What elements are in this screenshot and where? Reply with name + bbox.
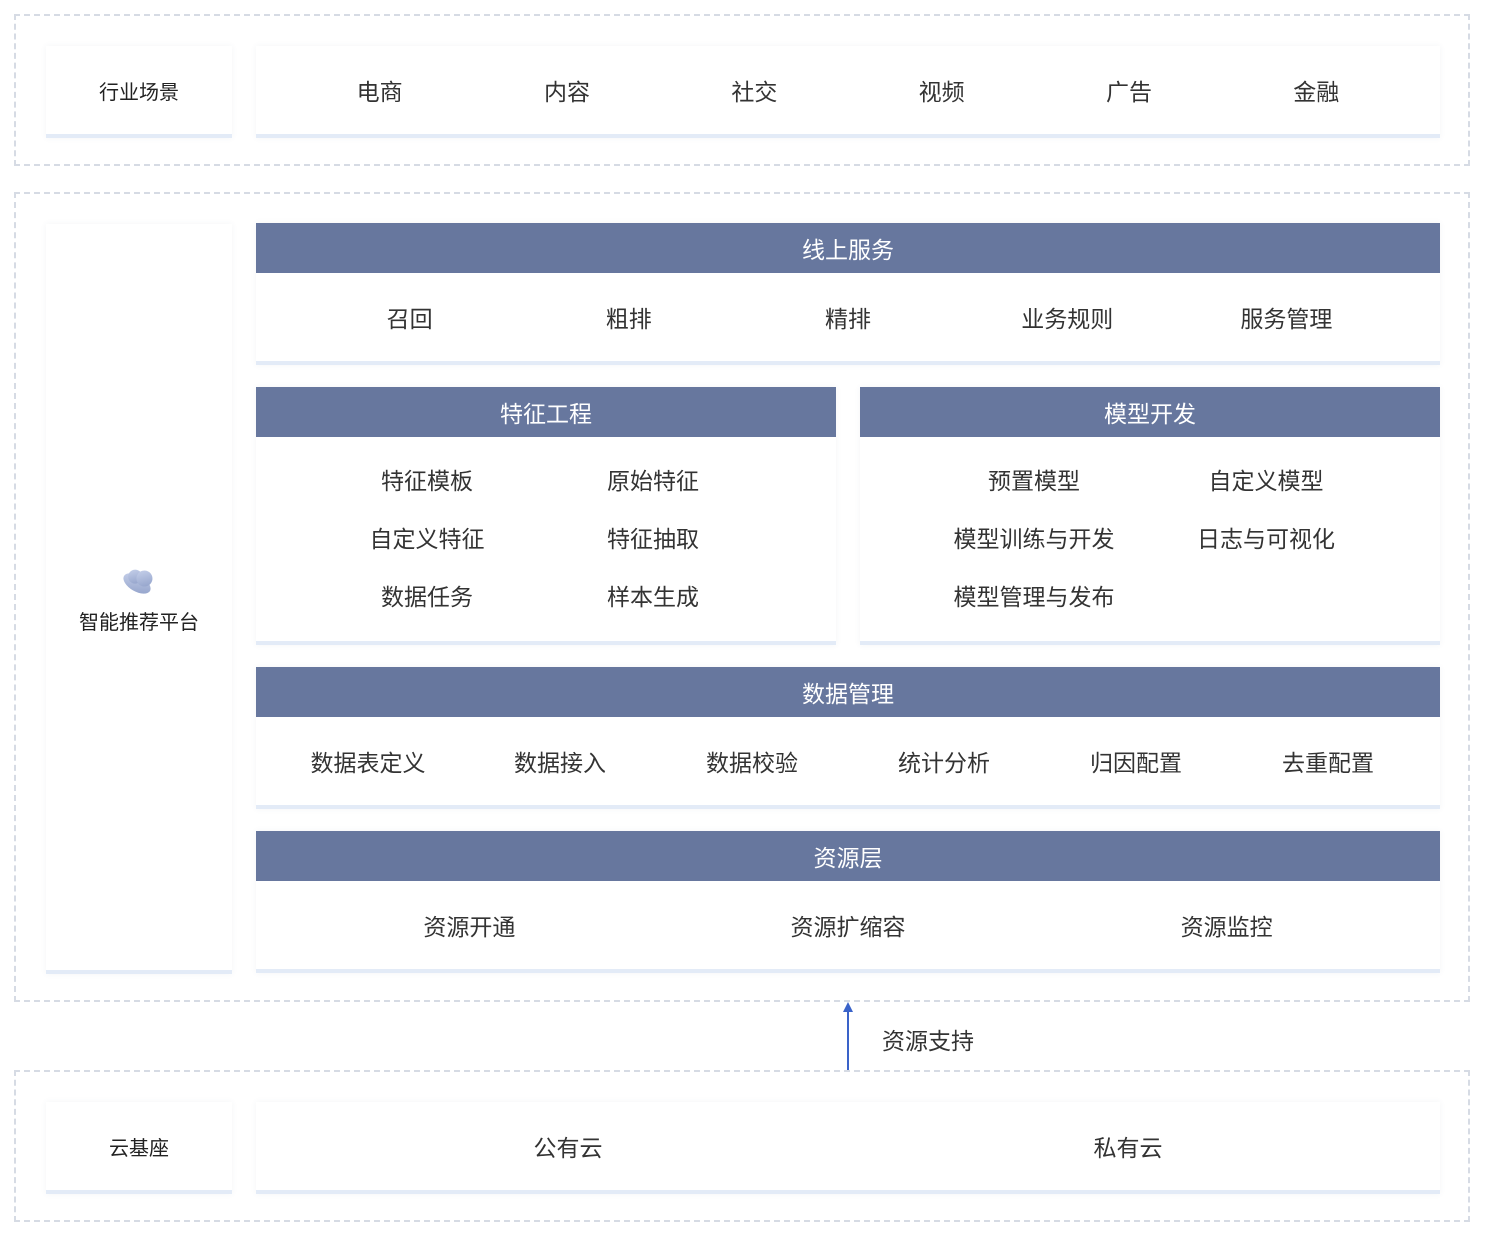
data-management-item: 数据表定义 [310,751,426,777]
industry-item: 广告 [1105,80,1152,106]
feature-engineering-item: 数据任务 [381,585,473,611]
cloud-base-label: 云基座 [109,1135,169,1160]
cloud-base-item: 公有云 [533,1136,603,1162]
resource-layer-card: 资源层 资源开通 资源扩缩容 资源监控 [256,831,1440,973]
support-arrow [843,1002,853,1070]
feature-engineering-item: 自定义特征 [369,527,485,553]
online-service-item: 精排 [825,307,871,333]
industry-label: 行业场景 [99,79,179,104]
online-service-items: 召回 粗排 精排 业务规则 服务管理 [256,273,1440,361]
feature-engineering-card: 特征工程 特征模板 原始特征 自定义特征 特征抽取 数据任务 样本生成 [256,387,836,645]
online-service-item: 业务规则 [1021,307,1114,333]
resource-layer-items: 资源开通 资源扩缩容 资源监控 [256,881,1440,969]
resource-layer-item: 资源监控 [1180,915,1273,941]
industry-items-row: 电商 内容 社交 视频 广告 金融 [256,46,1440,134]
cloud-base-items-row: 公有云 私有云 [256,1102,1440,1190]
resource-layer-item: 资源开通 [423,915,516,941]
data-management-item: 归因配置 [1090,751,1182,777]
online-service-item: 召回 [386,307,433,333]
online-service-card: 线上服务 召回 粗排 精排 业务规则 服务管理 [256,223,1440,365]
model-development-title: 模型开发 [860,387,1440,437]
data-management-item: 去重配置 [1282,751,1374,777]
industry-item: 视频 [918,80,965,106]
model-development-card: 模型开发 预置模型 自定义模型 模型训练与开发 日志与可视化 模型管理与发布 [860,387,1440,645]
support-label: 资源支持 [882,1029,974,1055]
model-development-item: 自定义模型 [1208,469,1324,495]
industry-item: 金融 [1293,80,1340,106]
platform-label-card: 智能推荐平台 [46,224,232,974]
data-management-item: 数据接入 [514,751,606,777]
feature-engineering-item: 特征模板 [381,469,473,495]
industry-item: 内容 [543,80,590,106]
data-management-items: 数据表定义 数据接入 数据校验 统计分析 归因配置 去重配置 [256,717,1440,805]
data-management-item: 数据校验 [706,751,798,777]
online-service-item: 粗排 [605,307,652,333]
industry-label-card: 行业场景 [46,46,232,138]
feature-engineering-item: 特征抽取 [607,527,699,553]
cloud-base-items-card: 公有云 私有云 [256,1102,1440,1194]
cloud-base-item: 私有云 [1093,1136,1163,1162]
industry-item: 社交 [731,80,778,106]
online-service-item: 服务管理 [1240,307,1333,333]
online-service-title: 线上服务 [256,223,1440,273]
model-development-item: 模型训练与开发 [953,527,1115,553]
support-arrow-head [843,1002,853,1012]
model-development-item: 模型管理与发布 [953,585,1115,611]
feature-engineering-item: 样本生成 [607,585,699,611]
model-development-item: 日志与可视化 [1197,527,1335,553]
feature-engineering-items: 特征模板 原始特征 自定义特征 特征抽取 数据任务 样本生成 [256,437,836,639]
feature-engineering-title: 特征工程 [256,387,836,437]
data-management-item: 统计分析 [898,751,990,777]
platform-label: 智能推荐平台 [79,609,199,634]
data-management-title: 数据管理 [256,667,1440,717]
industry-item: 电商 [356,80,403,106]
model-development-item: 预置模型 [988,469,1080,495]
industry-items-card: 电商 内容 社交 视频 广告 金融 [256,46,1440,138]
cloud-base-label-card: 云基座 [46,1102,232,1194]
resource-layer-title: 资源层 [256,831,1440,881]
cloud-icon [123,569,153,594]
resource-layer-item: 资源扩缩容 [790,915,906,941]
feature-engineering-item: 原始特征 [607,469,699,495]
model-development-items: 预置模型 自定义模型 模型训练与开发 日志与可视化 模型管理与发布 [860,437,1440,639]
data-management-card: 数据管理 数据表定义 数据接入 数据校验 统计分析 归因配置 去重配置 [256,667,1440,809]
